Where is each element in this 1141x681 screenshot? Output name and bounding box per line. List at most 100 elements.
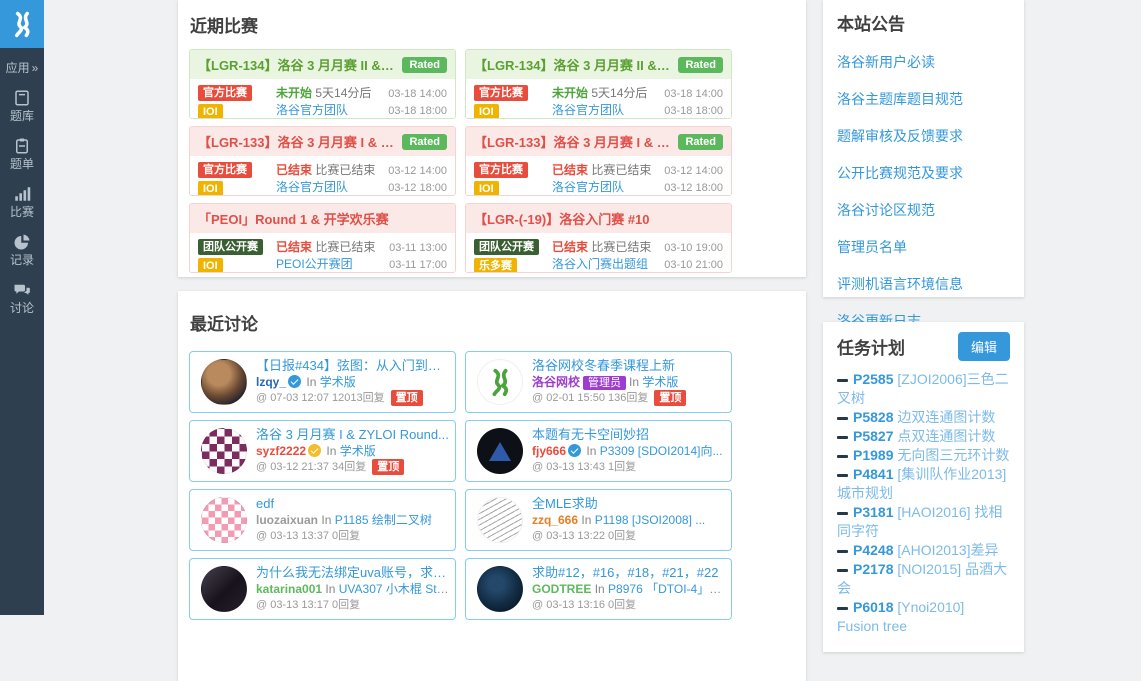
task-item[interactable]: P4841 [集训队作业2013]城市规划	[837, 465, 1010, 503]
problem-id-link[interactable]: P4248	[853, 542, 893, 558]
discussion-title-link[interactable]: 求助#12，#16，#18，#21，#22	[532, 565, 725, 581]
forum-link[interactable]: 学术版	[340, 444, 376, 458]
username-link[interactable]: luozaixuan	[256, 513, 318, 527]
discussion-title-link[interactable]: 本题有无卡空间妙招	[532, 427, 725, 443]
username-link[interactable]: 洛谷网校	[532, 375, 580, 389]
discussion-card[interactable]: 洛谷网校冬春季课程上新 洛谷网校管理员In 学术版 @ 02-01 15:50 …	[465, 351, 732, 413]
discussion-title-link[interactable]: 洛谷 3 月月赛 I & ZYLOI Round...	[256, 427, 449, 443]
contest-organizer-link[interactable]: PEOI公开赛团	[276, 257, 353, 271]
task-item[interactable]: P1989 无向图三元环计数	[837, 446, 1010, 465]
announcement-link[interactable]: 洛谷新用户必读	[837, 52, 1010, 72]
contest-card[interactable]: 【LGR-134】洛谷 3 月月赛 II &「GLR-... Rated 官方比…	[465, 49, 732, 119]
luogu-logo-icon[interactable]	[0, 0, 44, 48]
contest-card[interactable]: 【LGR-134】洛谷 3 月月赛 II &「GLR ... Rated 官方比…	[189, 49, 456, 119]
username-link[interactable]: GODTREE	[532, 582, 591, 596]
discussion-card[interactable]: 求助#12，#16，#18，#21，#22 GODTREE In P8976 「…	[465, 558, 732, 620]
forum-link[interactable]: P8976 「DTOI-4」排...	[608, 582, 725, 596]
announcement-link[interactable]: 管理员名单	[837, 237, 1010, 257]
announcement-link[interactable]: 评测机语言环境信息	[837, 274, 1010, 294]
sidebar-item-discussions[interactable]: 讨论	[10, 281, 34, 316]
edit-button[interactable]: 编辑	[958, 332, 1010, 361]
problem-name-link[interactable]: [AHOI2013]差异	[897, 542, 998, 558]
contest-card[interactable]: 「PEOI」Round 1 & 开学欢乐赛 团队公开赛 IOI 已结束 比赛已结…	[189, 203, 456, 273]
contest-title-link[interactable]: 【LGR-133】洛谷 3 月月赛 I & ZYLOI ...	[198, 132, 396, 151]
discussion-card[interactable]: edf luozaixuan In P1185 绘制二叉树 @ 03-13 13…	[189, 489, 456, 551]
discussion-card[interactable]: 【日报#434】弦图：从入门到入入... lzqy_ In 学术版 @ 07-0…	[189, 351, 456, 413]
contest-card[interactable]: 【LGR-133】洛谷 3 月月赛 I & ZYLOI ... Rated 官方…	[465, 126, 732, 196]
avatar[interactable]	[477, 428, 523, 474]
announcement-link[interactable]: 题解审核及反馈要求	[837, 126, 1010, 146]
problem-id-link[interactable]: P2585	[853, 371, 893, 387]
username-link[interactable]: syzf2222	[256, 444, 306, 458]
problem-id-link[interactable]: P6018	[853, 599, 893, 615]
contest-title-link[interactable]: 【LGR-134】洛谷 3 月月赛 II &「GLR ...	[198, 55, 396, 74]
announcement-link[interactable]: 洛谷主题库题目规范	[837, 89, 1010, 109]
sidebar-item-problem-lists[interactable]: 题单	[10, 137, 34, 172]
contest-organizer-link[interactable]: 洛谷官方团队	[552, 103, 624, 117]
contest-card-body: 官方比赛 IOI 未开始 5天14分后 洛谷官方团队 03-18 14:00 0…	[466, 79, 731, 119]
avatar[interactable]	[201, 566, 247, 612]
contest-organizer-link[interactable]: 洛谷入门赛出题组	[552, 257, 648, 271]
problem-id-link[interactable]: P4841	[853, 466, 893, 482]
contest-card[interactable]: 【LGR-133】洛谷 3 月月赛 I & ZYLOI ... Rated 官方…	[189, 126, 456, 196]
avatar[interactable]	[477, 566, 523, 612]
forum-link[interactable]: P3309 [SDOI2014]向...	[600, 444, 723, 458]
sidebar-label: 比赛	[10, 205, 34, 220]
task-item[interactable]: P3181 [HAOI2016] 找相同字符	[837, 503, 1010, 541]
contest-title-link[interactable]: 【LGR-(-19)】洛谷入门赛 #10	[474, 209, 650, 228]
problem-id-link[interactable]: P1989	[853, 447, 893, 463]
discussion-title-link[interactable]: edf	[256, 496, 449, 512]
task-item[interactable]: P5828 边双连通图计数	[837, 408, 1010, 427]
forum-link[interactable]: UVA307 小木棍 Sti...	[339, 582, 449, 596]
problem-name-link[interactable]: 边双连通图计数	[897, 409, 995, 425]
luogu-logo-icon	[485, 367, 515, 397]
discussion-title-link[interactable]: 【日报#434】弦图：从入门到入入...	[256, 358, 449, 374]
sidebar-item-apps[interactable]: 应用 »	[6, 61, 39, 76]
problem-id-link[interactable]: P5828	[853, 409, 893, 425]
contest-organizer-link[interactable]: 洛谷官方团队	[552, 180, 624, 194]
task-item[interactable]: P2585 [ZJOI2006]三色二叉树	[837, 370, 1010, 408]
contest-card[interactable]: 【LGR-(-19)】洛谷入门赛 #10 团队公开赛 乐多赛 已结束 比赛已结束…	[465, 203, 732, 273]
avatar[interactable]	[477, 359, 523, 405]
discussion-title-link[interactable]: 洛谷网校冬春季课程上新	[532, 358, 725, 374]
discussion-card[interactable]: 本题有无卡空间妙招 fjy666 In P3309 [SDOI2014]向...…	[465, 420, 732, 482]
task-item[interactable]: P2178 [NOI2015] 品酒大会	[837, 560, 1010, 598]
sidebar-item-records[interactable]: 记录	[10, 233, 34, 268]
discussion-title-link[interactable]: 为什么我无法绑定uva账号，求佬...	[256, 565, 449, 581]
problem-id-link[interactable]: P3181	[853, 504, 893, 520]
forum-link[interactable]: 学术版	[320, 375, 356, 389]
problem-id-link[interactable]: P5827	[853, 428, 893, 444]
contest-organizer-link[interactable]: 洛谷官方团队	[276, 103, 348, 117]
contest-times: 03-11 13:00 03-11 17:00	[389, 239, 447, 273]
discussion-card[interactable]: 全MLE求助 zzq_666 In P1198 [JSOI2008] ... @…	[465, 489, 732, 551]
task-item[interactable]: P6018 [Ynoi2010] Fusion tree	[837, 598, 1010, 636]
announcement-link[interactable]: 洛谷讨论区规范	[837, 200, 1010, 220]
forum-link[interactable]: 学术版	[642, 375, 678, 389]
task-item[interactable]: P5827 点双连通图计数	[837, 427, 1010, 446]
problem-name-link[interactable]: 点双连通图计数	[897, 428, 995, 444]
username-link[interactable]: zzq_666	[532, 513, 578, 527]
avatar[interactable]	[201, 428, 247, 474]
sidebar-item-contests[interactable]: 比赛	[10, 185, 34, 220]
avatar[interactable]	[201, 359, 247, 405]
task-item[interactable]: P4248 [AHOI2013]差异	[837, 541, 1010, 560]
contest-title-link[interactable]: 【LGR-133】洛谷 3 月月赛 I & ZYLOI ...	[474, 132, 672, 151]
username-link[interactable]: lzqy_	[256, 375, 286, 389]
problem-id-link[interactable]: P2178	[853, 561, 893, 577]
contest-title-link[interactable]: 「PEOI」Round 1 & 开学欢乐赛	[198, 209, 389, 228]
username-link[interactable]: fjy666	[532, 444, 566, 458]
contest-organizer-link[interactable]: 洛谷官方团队	[276, 180, 348, 194]
username-link[interactable]: katarina001	[256, 582, 322, 596]
discussion-title-link[interactable]: 全MLE求助	[532, 496, 725, 512]
avatar[interactable]	[201, 497, 247, 543]
sidebar-item-problems[interactable]: 题库	[10, 89, 34, 124]
problem-name-link[interactable]: 无向图三元环计数	[897, 447, 1009, 463]
discussion-card[interactable]: 为什么我无法绑定uva账号，求佬... katarina001 In UVA30…	[189, 558, 456, 620]
announcement-link[interactable]: 公开比赛规范及要求	[837, 163, 1010, 183]
discussion-card[interactable]: 洛谷 3 月月赛 I & ZYLOI Round... syzf2222 In …	[189, 420, 456, 482]
contest-title-link[interactable]: 【LGR-134】洛谷 3 月月赛 II &「GLR-...	[474, 55, 672, 74]
avatar[interactable]	[477, 497, 523, 543]
forum-link[interactable]: P1185 绘制二叉树	[335, 513, 432, 527]
contest-status: 未开始	[276, 86, 312, 100]
forum-link[interactable]: P1198 [JSOI2008] ...	[595, 513, 706, 527]
